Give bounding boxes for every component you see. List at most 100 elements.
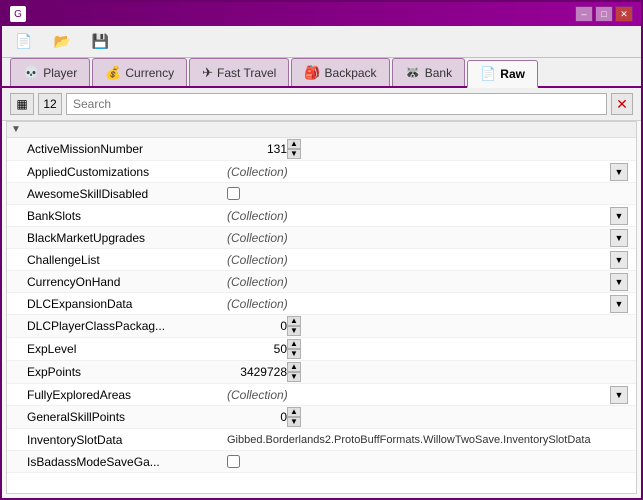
tab-raw[interactable]: 📄 Raw	[467, 60, 538, 88]
row-name-3: BankSlots	[27, 209, 227, 223]
tab-backpack[interactable]: 🎒Backpack	[291, 58, 389, 86]
row-value-4: (Collection)	[227, 231, 610, 245]
tab-label-raw: Raw	[500, 67, 525, 81]
tab-player[interactable]: 💀 Player	[10, 58, 90, 86]
row-value-7: (Collection)	[227, 297, 610, 311]
row-value-9: 50	[227, 342, 287, 356]
tab-currency[interactable]: 💰 Currency	[92, 58, 187, 86]
table-row[interactable]: FullyExploredAreas (Collection) ▼	[7, 384, 636, 406]
spin-up-10[interactable]: ▲	[287, 362, 301, 372]
chevron-down-icon: ▼	[11, 124, 21, 135]
row-name-6: CurrencyOnHand	[27, 275, 227, 289]
currency-icon: 💰	[105, 65, 121, 81]
row-name-13: InventorySlotData	[27, 433, 227, 447]
tab-label-bank: Bank	[425, 66, 452, 80]
spin-down-10[interactable]: ▼	[287, 372, 301, 382]
backpack-icon: 🎒	[304, 65, 320, 81]
tab-bar: 💀 Player 💰 Currency ✈ Fast Travel 🎒Backpack 🦝 Ba…	[2, 58, 641, 88]
table-row[interactable]: ExpPoints 3429728 ▲ ▼	[7, 361, 636, 384]
spin-down-8[interactable]: ▼	[287, 326, 301, 336]
app-icon: G	[10, 6, 26, 22]
dropdown-btn-1[interactable]: ▼	[610, 163, 628, 181]
spin-up-12[interactable]: ▲	[287, 407, 301, 417]
checkbox-14[interactable]	[227, 455, 240, 468]
row-name-10: ExpPoints	[27, 365, 227, 379]
table-row[interactable]: GeneralSkillPoints 0 ▲ ▼	[7, 406, 636, 429]
table-row[interactable]: ChallengeList (Collection) ▼	[7, 249, 636, 271]
main-window: G – □ ✕ 📄 📂 💾 💀 Player 💰 Currency ✈ Fast Trav…	[0, 0, 643, 500]
spin-down-0[interactable]: ▼	[287, 149, 301, 159]
spin-up-9[interactable]: ▲	[287, 339, 301, 349]
spin-down-9[interactable]: ▼	[287, 349, 301, 359]
spin-down-12[interactable]: ▼	[287, 417, 301, 427]
new-button[interactable]: 📄	[8, 30, 42, 54]
raw-icon: 📄	[480, 66, 496, 82]
search-clear-button[interactable]: ✕	[611, 93, 633, 115]
player-icon: 💀	[23, 65, 39, 81]
bank-icon: 🦝	[405, 65, 421, 81]
checkbox-2[interactable]	[227, 187, 240, 200]
table-row[interactable]: DLCPlayerClassPackag... 0 ▲ ▼	[7, 315, 636, 338]
table-row[interactable]: InventorySlotData Gibbed.Borderlands2.Pr…	[7, 429, 636, 451]
dropdown-btn-6[interactable]: ▼	[610, 273, 628, 291]
content-area: ▦ 12 ✕ ▼ ActiveMissionNumber 131 ▲ ▼ App…	[2, 88, 641, 498]
tree-area[interactable]: ▼ ActiveMissionNumber 131 ▲ ▼ AppliedCus…	[6, 121, 637, 494]
spinner-group-12: ▲ ▼	[287, 407, 301, 427]
spinner-group-10: ▲ ▼	[287, 362, 301, 382]
table-row[interactable]: AwesomeSkillDisabled	[7, 183, 636, 205]
new-icon: 📄	[15, 33, 32, 50]
row-value-3: (Collection)	[227, 209, 610, 223]
maximize-button[interactable]: □	[595, 6, 613, 22]
row-value-13: Gibbed.Borderlands2.ProtoBuffFormats.Wil…	[227, 434, 628, 446]
table-row[interactable]: ExpLevel 50 ▲ ▼	[7, 338, 636, 361]
table-row[interactable]: IsBadassModeSaveGa...	[7, 451, 636, 473]
row-name-8: DLCPlayerClassPackag...	[27, 319, 227, 333]
spinner-group-0: ▲ ▼	[287, 139, 301, 159]
row-name-7: DLCExpansionData	[27, 297, 227, 311]
title-bar: G – □ ✕	[2, 2, 641, 26]
row-value-1: (Collection)	[227, 165, 610, 179]
search-input[interactable]	[66, 93, 607, 115]
tab-label-currency: Currency	[125, 66, 174, 80]
row-value-12: 0	[227, 410, 287, 424]
save-button[interactable]: 💾	[85, 30, 119, 54]
tab-bank[interactable]: 🦝 Bank	[392, 58, 466, 86]
table-row[interactable]: AppliedCustomizations (Collection) ▼	[7, 161, 636, 183]
dropdown-btn-7[interactable]: ▼	[610, 295, 628, 313]
sort-num-button[interactable]: 12	[38, 93, 62, 115]
title-controls: – □ ✕	[575, 6, 633, 22]
table-row[interactable]: BankSlots (Collection) ▼	[7, 205, 636, 227]
close-button[interactable]: ✕	[615, 6, 633, 22]
fast-travel-icon: ✈	[202, 65, 213, 81]
toolbar: 📄 📂 💾	[2, 26, 641, 58]
dropdown-btn-3[interactable]: ▼	[610, 207, 628, 225]
table-row[interactable]: BlackMarketUpgrades (Collection) ▼	[7, 227, 636, 249]
spinner-group-9: ▲ ▼	[287, 339, 301, 359]
row-value-11: (Collection)	[227, 388, 610, 402]
dropdown-btn-5[interactable]: ▼	[610, 251, 628, 269]
section-header-misc[interactable]: ▼	[7, 122, 636, 138]
title-bar-left: G	[10, 6, 32, 22]
minimize-button[interactable]: –	[575, 6, 593, 22]
table-row[interactable]: ActiveMissionNumber 131 ▲ ▼	[7, 138, 636, 161]
dropdown-btn-4[interactable]: ▼	[610, 229, 628, 247]
tab-label-fast-travel: Fast Travel	[217, 66, 276, 80]
dropdown-btn-11[interactable]: ▼	[610, 386, 628, 404]
spin-up-0[interactable]: ▲	[287, 139, 301, 149]
row-value-8: 0	[227, 319, 287, 333]
open-button[interactable]: 📂	[46, 30, 80, 54]
tab-label-player: Player	[43, 66, 77, 80]
table-row[interactable]: DLCExpansionData (Collection) ▼	[7, 293, 636, 315]
row-name-9: ExpLevel	[27, 342, 227, 356]
spinner-group-8: ▲ ▼	[287, 316, 301, 336]
row-name-11: FullyExploredAreas	[27, 388, 227, 402]
row-name-0: ActiveMissionNumber	[27, 142, 227, 156]
tab-fast-travel[interactable]: ✈ Fast Travel	[189, 58, 289, 86]
spin-up-8[interactable]: ▲	[287, 316, 301, 326]
table-row[interactable]: CurrencyOnHand (Collection) ▼	[7, 271, 636, 293]
row-name-14: IsBadassModeSaveGa...	[27, 455, 227, 469]
row-name-12: GeneralSkillPoints	[27, 410, 227, 424]
row-name-4: BlackMarketUpgrades	[27, 231, 227, 245]
search-bar: ▦ 12 ✕	[2, 88, 641, 121]
sort-alpha-button[interactable]: ▦	[10, 93, 34, 115]
